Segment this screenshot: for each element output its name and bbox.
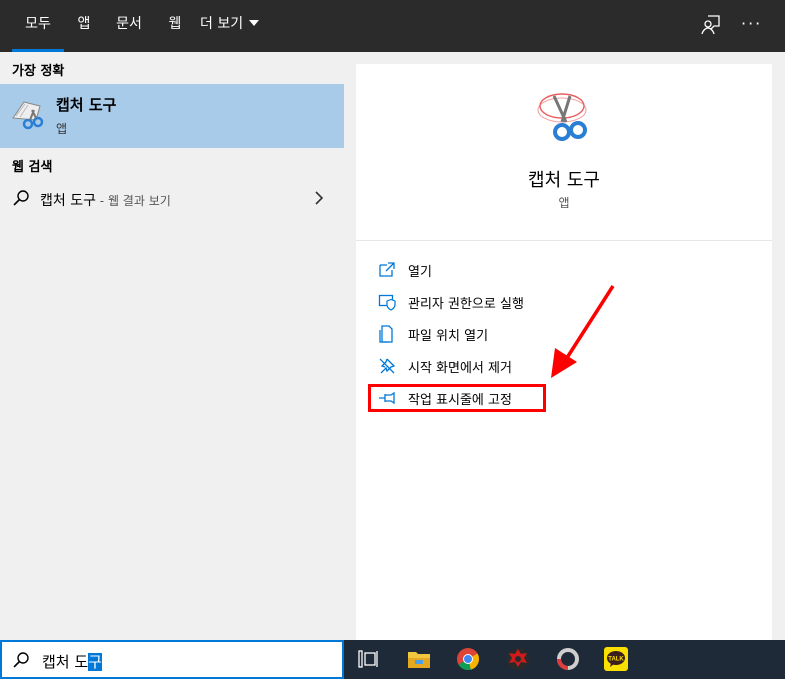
taskbar-search-box[interactable]: 캡처 도구	[0, 640, 344, 679]
feedback-icon[interactable]	[700, 14, 722, 36]
action-open-file-location-label: 파일 위치 열기	[408, 329, 489, 344]
web-search-header: 웹 검색	[12, 160, 53, 175]
svg-text:TALK: TALK	[608, 657, 624, 663]
search-typed-text: 캡처 도	[42, 653, 89, 671]
action-open-label: 열기	[408, 265, 432, 280]
circle-app-icon[interactable]	[555, 646, 581, 672]
web-search-result[interactable]: 캡처 도구 - 웹 결과 보기	[0, 182, 344, 216]
file-location-icon	[379, 325, 393, 343]
open-icon	[379, 262, 395, 277]
file-explorer-icon[interactable]	[406, 646, 432, 672]
results-panel: 가장 정확 캡처 도구 앱 웹 검색 캡처 도구 - 웹 결과 보기	[0, 52, 344, 640]
admin-shield-icon	[378, 294, 396, 311]
app-title: 캡처 도구	[528, 170, 600, 191]
unpin-icon	[379, 358, 396, 374]
search-filter-bar: 모두 앱 문서 웹 더 보기 ···	[0, 0, 785, 52]
tab-all[interactable]: 모두	[12, 0, 64, 52]
task-view-icon[interactable]	[355, 646, 381, 672]
search-selected-text: 구	[88, 653, 102, 671]
best-match-subtitle: 앱	[56, 122, 68, 136]
action-open[interactable]: 열기	[378, 257, 758, 283]
tab-web[interactable]: 웹	[158, 0, 192, 52]
annotation-arrow	[551, 285, 615, 378]
app-type: 앱	[558, 196, 570, 210]
kakaotalk-icon[interactable]: TALK	[603, 646, 629, 672]
best-match-title: 캡처 도구	[56, 96, 117, 114]
chrome-icon[interactable]	[455, 646, 481, 672]
tab-more-label: 더 보기	[200, 16, 244, 32]
action-unpin-from-start-label: 시작 화면에서 제거	[408, 361, 512, 376]
tab-apps[interactable]: 앱	[68, 0, 100, 52]
tab-documents[interactable]: 문서	[108, 0, 150, 52]
web-search-text: 캡처 도구 - 웹 결과 보기	[40, 190, 171, 210]
best-match-header: 가장 정확	[12, 64, 65, 79]
action-run-as-admin-label: 관리자 권한으로 실행	[408, 297, 524, 312]
red-app-icon[interactable]	[505, 646, 531, 672]
search-input[interactable]: 캡처 도구	[42, 651, 102, 672]
divider	[356, 240, 772, 241]
search-icon	[13, 190, 29, 206]
snipping-tool-icon	[12, 101, 44, 130]
best-match-result[interactable]: 캡처 도구 앱	[0, 84, 344, 148]
tab-more-dropdown[interactable]: 더 보기	[200, 0, 272, 52]
more-options-icon[interactable]: ···	[741, 14, 763, 36]
highlight-box	[368, 384, 546, 412]
web-search-query: 캡처 도구	[40, 193, 96, 209]
search-icon	[13, 652, 29, 668]
chevron-right-icon[interactable]	[312, 191, 326, 205]
caret-down-icon	[249, 20, 260, 26]
web-search-suffix: - 웹 결과 보기	[95, 194, 171, 208]
snipping-tool-large-icon	[537, 93, 587, 141]
